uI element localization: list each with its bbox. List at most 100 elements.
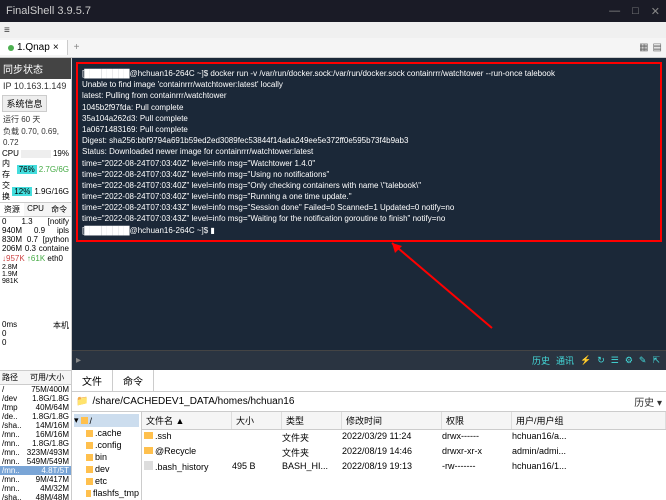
history-dropdown[interactable]: 历史 ▾ (634, 394, 662, 409)
chevron-icon: ▸ (72, 355, 85, 366)
tree-node[interactable]: etc (74, 475, 139, 487)
cmd-tab[interactable]: 命令 (113, 370, 154, 391)
col-perm[interactable]: 权限 (442, 412, 512, 429)
session-tabs: 1.Qnap × + ▦ ▤ (0, 38, 666, 58)
menu-icon[interactable]: ≡ (4, 25, 10, 36)
terminal-line: time="2022-08-24T07:03:43Z" level=info m… (82, 202, 656, 213)
proc-row: 830M0.7[python (0, 235, 71, 244)
sync-status: 同步状态 (0, 58, 71, 79)
sysinfo-btn[interactable]: 系统信息 (2, 95, 47, 112)
file-list: 文件名 ▲ 大小 类型 修改时间 权限 用户/用户组 .ssh文件夹2022/0… (142, 412, 666, 500)
disk-row[interactable]: /mn..9M/417M (0, 475, 71, 484)
terminal[interactable]: [████████@hchuan16-264C ~]$ docker run -… (72, 58, 666, 350)
sidebar: 同步状态 IP 10.163.1.149 系统信息 运行 60 天 负载 0.7… (0, 58, 72, 500)
list-icon[interactable]: ☰ (611, 355, 619, 366)
app-title: FinalShell 3.9.5.7 (6, 5, 609, 17)
load-avg: 负载 0.70, 0.69, 0.72 (0, 126, 71, 149)
folder-icon[interactable]: 📁 (76, 396, 88, 407)
proc-row: 01.3[notify (0, 217, 71, 226)
terminal-highlight: [████████@hchuan16-264C ~]$ docker run -… (76, 62, 662, 242)
disk-row[interactable]: /mn..549M/549M (0, 457, 71, 466)
history-link[interactable]: 历史 (532, 354, 550, 367)
terminal-line: 1045b2f97fda: Pull complete (82, 102, 656, 113)
tab-cmd[interactable]: 命令 (47, 203, 71, 216)
arrow-annotation (382, 238, 502, 338)
terminal-line: Unable to find image 'containrrr/watchto… (82, 79, 656, 90)
ip-address: IP 10.163.1.149 (0, 79, 71, 93)
net-yaxis: 2.8M 1.9M 981K (0, 264, 71, 285)
layout-icon[interactable]: ▤ (653, 42, 662, 53)
maximize-btn[interactable]: □ (632, 5, 639, 18)
disk-row[interactable]: /mn..1.8G/1.8G (0, 439, 71, 448)
breadcrumb[interactable]: /share/CACHEDEV1_DATA/homes/hchuan16 (92, 396, 634, 407)
tab-cpu[interactable]: CPU (24, 203, 48, 216)
file-panel: 文件 命令 📁 /share/CACHEDEV1_DATA/homes/hchu… (72, 370, 666, 500)
net-stats: ↓957K ↑61K eth0 (0, 253, 71, 264)
tab-close-icon[interactable]: × (53, 42, 59, 53)
folder-tree: ▾/ .cache .config bin dev etc flashfs_tm… (72, 412, 142, 500)
close-btn[interactable]: ✕ (651, 5, 660, 18)
terminal-line: [████████@hchuan16-264C ~]$ ▮ (82, 225, 656, 236)
terminal-line: Digest: sha256:bbf9794a691b59ed2ed3089fe… (82, 135, 656, 146)
mem-meter: 内存 76% 2.7G/6G (0, 158, 71, 180)
file-row[interactable]: .bash_history495 BBASH_HI...2022/08/19 1… (142, 460, 666, 473)
tree-node[interactable]: ▾/ (74, 414, 139, 427)
disk-row[interactable]: /de..1.8G/1.8G (0, 412, 71, 421)
terminal-line: 1a0671483169: Pull complete (82, 124, 656, 135)
col-mtime[interactable]: 修改时间 (342, 412, 442, 429)
menubar: ≡ (0, 22, 666, 38)
col-name[interactable]: 文件名 ▲ (142, 412, 232, 429)
tree-node[interactable]: bin (74, 451, 139, 463)
disk-row[interactable]: /dev1.8G/1.8G (0, 394, 71, 403)
disk-row[interactable]: /mn..4.8T/5T (0, 466, 71, 475)
terminal-line: time="2022-08-24T07:03:40Z" level=info m… (82, 158, 656, 169)
tab-add[interactable]: + (68, 42, 86, 53)
tab-qnap[interactable]: 1.Qnap × (0, 40, 68, 55)
disk-row[interactable]: /75M/400M (0, 385, 71, 394)
tree-node[interactable]: .cache (74, 427, 139, 439)
terminal-line: time="2022-08-24T07:03:40Z" level=info m… (82, 191, 656, 202)
grid-icon[interactable]: ▦ (639, 42, 648, 53)
file-row[interactable]: @Recycle文件夹2022/08/19 14:46drwxr-xr-xadm… (142, 445, 666, 460)
bolt-icon[interactable]: ⚡ (580, 355, 591, 366)
command-bar: ▸ 历史 通讯 ⚡ ↻ ☰ ⚙ ✎ ⇱ (72, 350, 666, 370)
disk-row[interactable]: /sha..48M/48M (0, 493, 71, 500)
tab-res[interactable]: 资源 (0, 203, 24, 216)
file-tab[interactable]: 文件 (72, 370, 113, 391)
refresh-icon[interactable]: ↻ (597, 355, 605, 366)
tree-node[interactable]: .config (74, 439, 139, 451)
disk-row[interactable]: /mn..4M/32M (0, 484, 71, 493)
terminal-line: [████████@hchuan16-264C ~]$ docker run -… (82, 68, 656, 79)
cpu-meter: CPU 19% (0, 149, 71, 158)
tab-label: 1.Qnap (17, 42, 50, 53)
window-controls: — □ ✕ (609, 5, 660, 18)
col-size[interactable]: 大小 (232, 412, 282, 429)
status-dot-icon (8, 45, 14, 51)
col-owner[interactable]: 用户/用户组 (512, 412, 666, 429)
disk-paths: 路径可用/大小 /75M/400M/dev1.8G/1.8G/tmp40M/64… (0, 370, 71, 500)
proc-row: 940M0.9ipls (0, 226, 71, 235)
proc-row: 206M0.3containe (0, 244, 71, 253)
disk-row[interactable]: /tmp40M/64M (0, 403, 71, 412)
terminal-line: 35a104a262d3: Pull complete (82, 113, 656, 124)
tree-node[interactable]: flashfs_tmp (74, 487, 139, 499)
terminal-line: Status: Downloaded newer image for conta… (82, 146, 656, 157)
comm-link[interactable]: 通讯 (556, 354, 574, 367)
tree-node[interactable]: dev (74, 463, 139, 475)
disk-row[interactable]: /mn..16M/16M (0, 430, 71, 439)
titlebar: FinalShell 3.9.5.7 — □ ✕ (0, 0, 666, 22)
terminal-line: time="2022-08-24T07:03:40Z" level=info m… (82, 169, 656, 180)
command-input[interactable] (85, 355, 526, 366)
col-type[interactable]: 类型 (282, 412, 342, 429)
disk-row[interactable]: /sha..14M/16M (0, 421, 71, 430)
gear-icon[interactable]: ⚙ (625, 355, 633, 366)
edit-icon[interactable]: ✎ (639, 355, 647, 366)
minimize-btn[interactable]: — (609, 5, 620, 18)
net-chart (2, 287, 69, 317)
disk-row[interactable]: /mn..323M/493M (0, 448, 71, 457)
file-row[interactable]: .ssh文件夹2022/03/29 11:24drwx------hchuan1… (142, 430, 666, 445)
expand-icon[interactable]: ⇱ (652, 355, 660, 366)
uptime: 运行 60 天 (0, 114, 71, 126)
swap-meter: 交换 12% 1.9G/16G (0, 180, 71, 202)
latency-chart (2, 350, 69, 368)
